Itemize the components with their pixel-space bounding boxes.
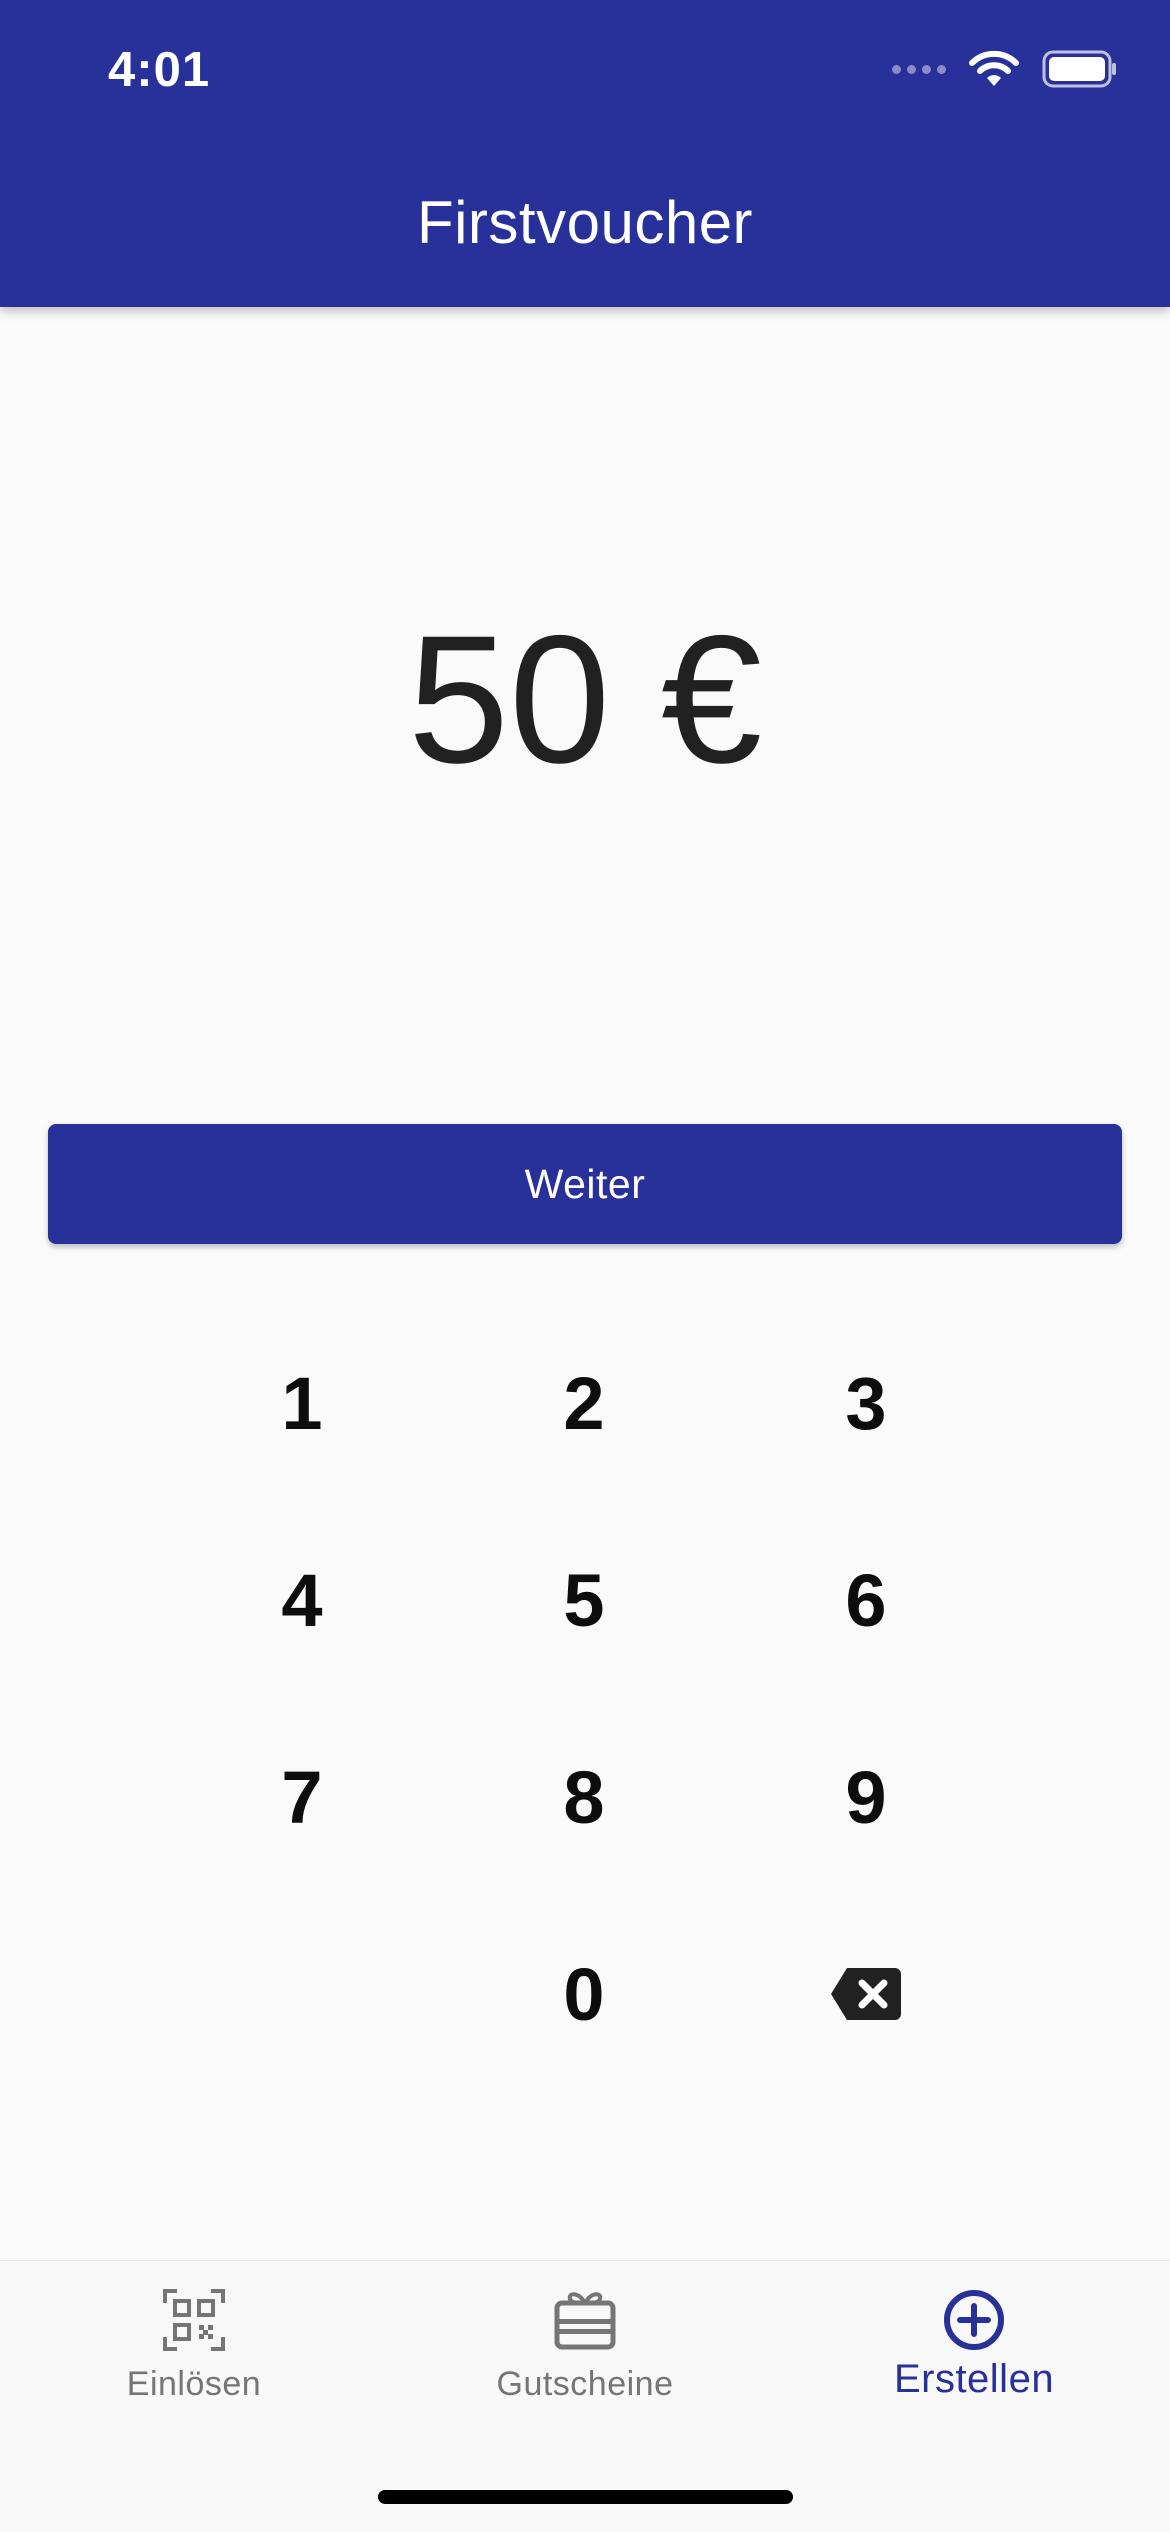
app-bar: 4:01 Firstvoucher xyxy=(0,0,1170,307)
key-1[interactable]: 1 xyxy=(192,1318,412,1488)
key-6[interactable]: 6 xyxy=(756,1515,976,1685)
status-time: 4:01 xyxy=(108,43,211,97)
key-7[interactable]: 7 xyxy=(192,1712,412,1882)
gift-card-icon xyxy=(554,2292,616,2350)
nav-label-gutscheine: Gutscheine xyxy=(496,2365,674,2403)
status-icons xyxy=(892,50,1118,88)
key-3[interactable]: 3 xyxy=(756,1318,976,1488)
cellular-signal-icon xyxy=(892,64,946,74)
nav-label-erstellen: Erstellen xyxy=(893,2357,1055,2401)
battery-icon xyxy=(1042,50,1116,88)
add-circle-icon xyxy=(944,2290,1004,2350)
voucher-amount: 50 € xyxy=(407,597,763,801)
wifi-icon xyxy=(969,50,1019,86)
nav-label-einloesen: Einlösen xyxy=(126,2365,262,2403)
key-0[interactable]: 0 xyxy=(474,1909,694,2079)
key-4[interactable]: 4 xyxy=(192,1515,412,1685)
nav-item-erstellen[interactable]: Erstellen xyxy=(824,2287,1124,2402)
backspace-icon xyxy=(831,1968,901,2020)
qr-code-icon xyxy=(163,2289,225,2351)
nav-item-gutscheine[interactable]: Gutscheine xyxy=(435,2287,735,2404)
key-2[interactable]: 2 xyxy=(474,1318,694,1488)
home-indicator xyxy=(378,2490,793,2504)
nav-item-einloesen[interactable]: Einlösen xyxy=(44,2287,344,2404)
backspace-key[interactable] xyxy=(756,1909,976,2079)
app-title: Firstvoucher xyxy=(416,189,754,256)
continue-button[interactable]: Weiter xyxy=(48,1124,1122,1244)
app-screen: 4:01 Firstvoucher 50 € Weiter 1 2 3 4 5 … xyxy=(0,0,1170,2532)
key-9[interactable]: 9 xyxy=(756,1712,976,1882)
key-8[interactable]: 8 xyxy=(474,1712,694,1882)
key-5[interactable]: 5 xyxy=(474,1515,694,1685)
